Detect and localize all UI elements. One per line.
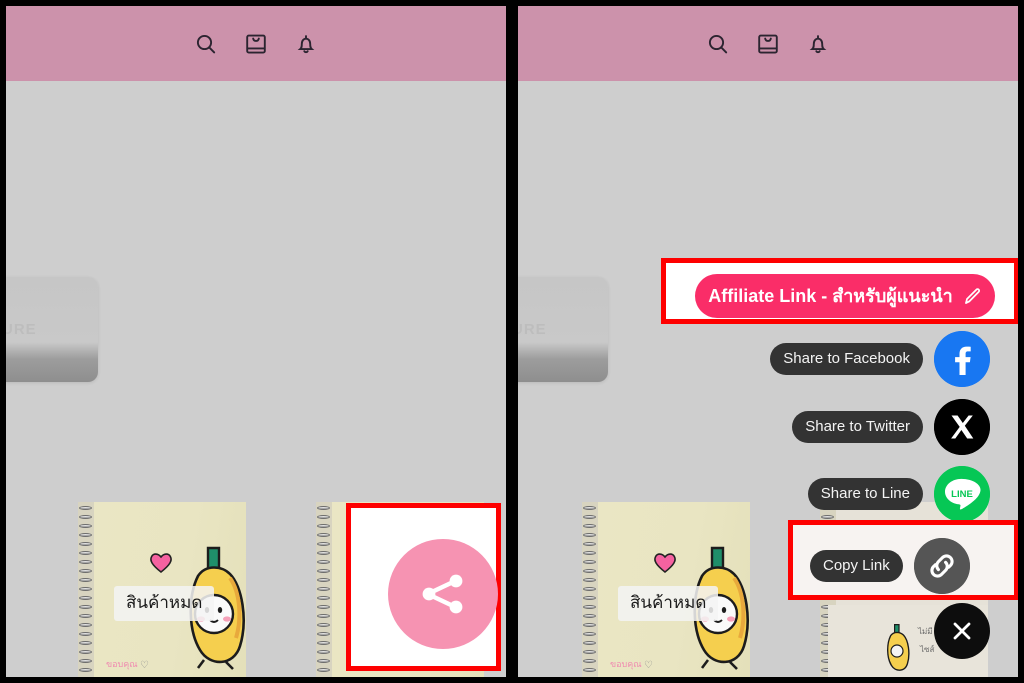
panel-divider	[506, 0, 518, 683]
picture-placeholder-label: CTURE	[518, 321, 547, 338]
share-row-line[interactable]: Share to Line LINE	[807, 466, 990, 522]
app-header-right	[518, 6, 1018, 81]
share-facebook-label[interactable]: Share to Facebook	[770, 343, 923, 375]
mini-heart-icon: ♡	[644, 660, 653, 671]
affiliate-link-label: Affiliate Link - สำหรับผู้แนะนำ	[708, 286, 953, 306]
annotation-affiliate-link: Affiliate Link - สำหรับผู้แนะนำ	[661, 258, 1018, 324]
screenshot-stage: CTURE	[0, 0, 1024, 683]
line-badge-text: LINE	[951, 489, 973, 500]
out-of-stock-badge: สินค้าหมด	[618, 586, 719, 621]
share-row-copy-link[interactable]: Copy Link	[810, 538, 970, 594]
annotation-copy-link: Copy Link	[788, 520, 1018, 600]
picture-placeholder-label: CTURE	[6, 321, 37, 338]
share-fab[interactable]	[388, 539, 498, 649]
link-chain-icon[interactable]	[913, 538, 970, 594]
close-button[interactable]	[934, 603, 990, 659]
spiral-binding	[78, 502, 94, 677]
facebook-icon[interactable]	[934, 331, 990, 387]
heart-sticker	[652, 550, 678, 574]
product-card[interactable]: สินค้าหมด ขอบคุณ ♡	[582, 502, 750, 677]
share-row-facebook[interactable]: Share to Facebook	[770, 331, 990, 387]
bell-icon[interactable]	[806, 32, 830, 56]
banana-character	[882, 619, 912, 675]
share-line-label[interactable]: Share to Line	[807, 478, 923, 510]
pencil-icon[interactable]	[963, 287, 982, 306]
cover-scribble: ขอบคุณ	[610, 659, 642, 669]
cover-scribble: ขอบคุณ	[106, 659, 138, 669]
mini-heart-icon: ♡	[140, 660, 149, 671]
share-row-twitter[interactable]: Share to Twitter	[792, 399, 990, 455]
out-of-stock-badge: สินค้าหมด	[114, 586, 215, 621]
card-caption: ไม่มี	[918, 627, 933, 636]
annotation-share-fab	[346, 503, 501, 671]
heart-sticker	[148, 550, 174, 574]
shop-bag-icon[interactable]	[244, 32, 268, 56]
affiliate-link-button[interactable]: Affiliate Link - สำหรับผู้แนะนำ	[695, 274, 995, 318]
search-icon[interactable]	[706, 32, 730, 56]
spiral-binding	[316, 502, 332, 677]
share-twitter-label[interactable]: Share to Twitter	[792, 411, 923, 443]
shop-bag-icon[interactable]	[756, 32, 780, 56]
picture-placeholder-card[interactable]: CTURE	[518, 277, 608, 382]
close-x-icon	[953, 622, 971, 640]
picture-placeholder-card[interactable]: CTURE	[6, 277, 98, 382]
bell-icon[interactable]	[294, 32, 318, 56]
spiral-binding	[582, 502, 598, 677]
copy-link-label[interactable]: Copy Link	[810, 550, 903, 582]
card-caption: ไซส์	[920, 645, 935, 654]
line-icon[interactable]: LINE	[934, 466, 990, 522]
app-header-left	[6, 6, 506, 81]
product-card[interactable]: สินค้าหมด ขอบคุณ ♡	[78, 502, 246, 677]
x-twitter-icon[interactable]	[934, 399, 990, 455]
right-screen: CTURE	[518, 6, 1018, 677]
left-screen: CTURE	[6, 6, 506, 677]
search-icon[interactable]	[194, 32, 218, 56]
